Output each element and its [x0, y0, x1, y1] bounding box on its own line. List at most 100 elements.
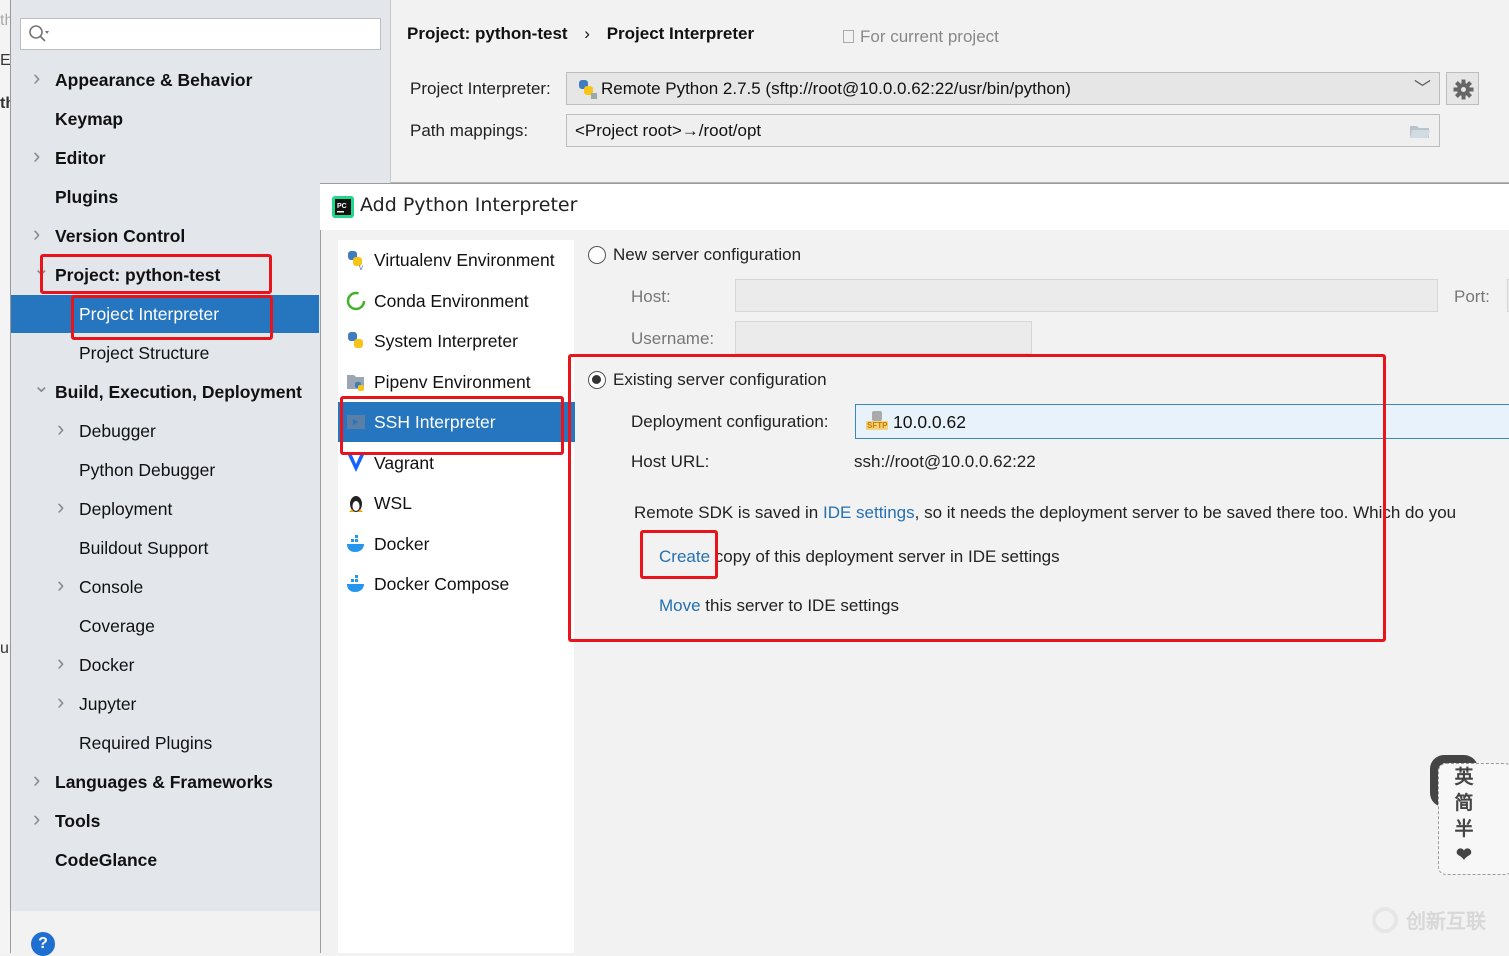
chevron-right-icon[interactable]: › — [33, 761, 45, 799]
tree-item-label: Docker — [79, 655, 135, 675]
docker-compose-icon — [347, 575, 364, 592]
settings-tree-item[interactable]: › Jupyter — [11, 685, 319, 723]
python-icon — [348, 332, 363, 348]
host-input[interactable] — [735, 279, 1438, 312]
scope-hint: For current project — [843, 27, 999, 47]
path-mappings-field[interactable]: <Project root>→/root/opt — [566, 114, 1440, 147]
interpreter-type-label: Conda Environment — [374, 290, 529, 311]
tree-item-label: Tools — [55, 811, 101, 831]
chevron-right-icon[interactable]: › — [57, 566, 69, 604]
interpreter-type-item[interactable]: Conda Environment — [338, 281, 574, 321]
tree-item-label: Console — [79, 577, 144, 597]
chevron-right-icon[interactable]: › — [33, 137, 45, 175]
edge-text: th — [0, 95, 10, 112]
tree-item-label: Editor — [55, 148, 106, 168]
tree-item-label: Keymap — [55, 109, 124, 129]
edge-text: un — [0, 640, 10, 657]
ime-floating-widget[interactable]: 英 简 半 ❤ — [1430, 755, 1509, 877]
settings-search-input[interactable] — [20, 18, 381, 50]
settings-tree-item[interactable]: ⌄ Build, Execution, Deployment — [11, 373, 319, 411]
settings-tree-item[interactable]: Coverage — [11, 607, 319, 645]
interpreter-type-label: WSL — [374, 493, 412, 513]
interpreter-type-label: Virtualenv Environment — [374, 250, 555, 270]
settings-tree-item[interactable]: › Tools — [11, 802, 319, 840]
interpreter-type-item[interactable]: Docker Compose — [338, 564, 574, 604]
dialog-title-bar: PC Add Python Interpreter — [320, 184, 1509, 230]
heart-icon: ❤ — [1456, 845, 1472, 866]
new-server-label: New server configuration — [613, 245, 802, 264]
settings-tree-item[interactable]: › Appearance & Behavior — [11, 61, 319, 99]
highlight-box — [568, 354, 1386, 642]
username-input[interactable] — [735, 321, 1032, 354]
port-label: Port: — [1454, 287, 1490, 306]
interpreter-type-label: Docker — [374, 533, 430, 554]
interpreter-type-item[interactable]: System Interpreter — [338, 321, 574, 361]
settings-tree-item[interactable]: Plugins — [11, 178, 319, 216]
tree-item-label: Plugins — [55, 187, 119, 207]
ime-char: 英 — [1454, 767, 1474, 788]
chevron-right-icon[interactable]: › — [33, 800, 45, 838]
help-icon[interactable]: ? — [31, 932, 55, 956]
settings-tree-item[interactable]: Python Debugger — [11, 451, 319, 489]
chevron-down-icon[interactable]: ⌄ — [33, 367, 50, 405]
chevron-right-icon[interactable]: › — [33, 215, 45, 253]
settings-tree-item[interactable]: Required Plugins — [11, 724, 319, 762]
folder-icon[interactable] — [1409, 123, 1431, 139]
conda-icon — [346, 291, 366, 310]
svg-text:v: v — [359, 263, 363, 270]
settings-tree-item[interactable]: Keymap — [11, 100, 319, 138]
settings-tree-item[interactable]: › Version Control — [11, 217, 319, 255]
interpreter-label: Project Interpreter: — [410, 79, 551, 98]
tree-item-label: Coverage — [79, 616, 155, 636]
tree-item-label: Debugger — [79, 421, 156, 441]
search-icon — [29, 25, 49, 42]
settings-tree-item[interactable]: › Debugger — [11, 412, 319, 450]
path-mappings-value: <Project root>→/root/opt — [575, 121, 762, 140]
tree-item-label: Build, Execution, Deployment — [55, 382, 302, 402]
chevron-right-icon[interactable]: › — [57, 644, 69, 682]
settings-tree-item[interactable]: CodeGlance — [11, 841, 319, 879]
ime-char: 简 — [1454, 793, 1474, 814]
chevron-right-icon[interactable]: › — [57, 488, 69, 526]
settings-tree-item[interactable]: › Editor — [11, 139, 319, 177]
breadcrumb-parent[interactable]: Project: python-test — [407, 24, 568, 43]
interpreter-type-label: System Interpreter — [374, 331, 518, 351]
settings-tree-item[interactable]: Buildout Support — [11, 529, 319, 567]
settings-tree-item[interactable]: › Deployment — [11, 490, 319, 528]
highlight-box — [71, 295, 273, 340]
highlight-box — [340, 396, 564, 455]
python-virtualenv-icon: v — [348, 251, 363, 270]
tree-item-label: Required Plugins — [79, 733, 213, 753]
interpreter-type-item[interactable]: Docker — [338, 524, 574, 564]
chevron-right-icon[interactable]: › — [57, 683, 69, 721]
interpreter-type-label: Docker Compose — [374, 574, 510, 594]
background-editor-edge: th Ed th un — [0, 0, 11, 953]
tree-item-label: Python Debugger — [79, 460, 216, 480]
tree-item-label: Version Control — [55, 226, 186, 246]
gear-icon[interactable] — [1446, 72, 1479, 105]
watermark-logo-icon — [1372, 907, 1398, 933]
settings-tree-item[interactable]: › Console — [11, 568, 319, 606]
tree-item-label: Buildout Support — [79, 538, 209, 558]
host-label: Host: — [631, 287, 671, 306]
interpreter-type-item[interactable]: WSL — [338, 483, 574, 523]
python-icon — [579, 80, 597, 99]
chevron-right-icon[interactable]: › — [33, 59, 45, 97]
pycharm-logo-icon: PC — [332, 196, 354, 218]
interpreter-type-item[interactable]: v Virtualenv Environment — [338, 240, 574, 280]
breadcrumb: Project: python-test › Project Interpret… — [407, 24, 754, 44]
dialog-title: Add Python Interpreter — [360, 194, 578, 216]
new-server-radio[interactable] — [588, 246, 606, 264]
settings-tree-item[interactable]: › Languages & Frameworks — [11, 763, 319, 801]
chevron-right-icon[interactable]: › — [57, 410, 69, 448]
pipenv-icon — [347, 374, 364, 391]
interpreter-select[interactable]: Remote Python 2.7.5 (sftp://root@10.0.0.… — [566, 72, 1440, 105]
watermark-text: 创新互联 — [1406, 911, 1486, 933]
document-icon — [843, 30, 854, 43]
watermark: 创新互联 — [1372, 905, 1509, 945]
interpreter-value: Remote Python 2.7.5 (sftp://root@10.0.0.… — [601, 79, 1071, 98]
edge-text: th — [0, 12, 10, 29]
settings-tree-item[interactable]: › Docker — [11, 646, 319, 684]
tree-item-label: CodeGlance — [55, 850, 158, 870]
ime-char: 半 — [1454, 819, 1474, 840]
